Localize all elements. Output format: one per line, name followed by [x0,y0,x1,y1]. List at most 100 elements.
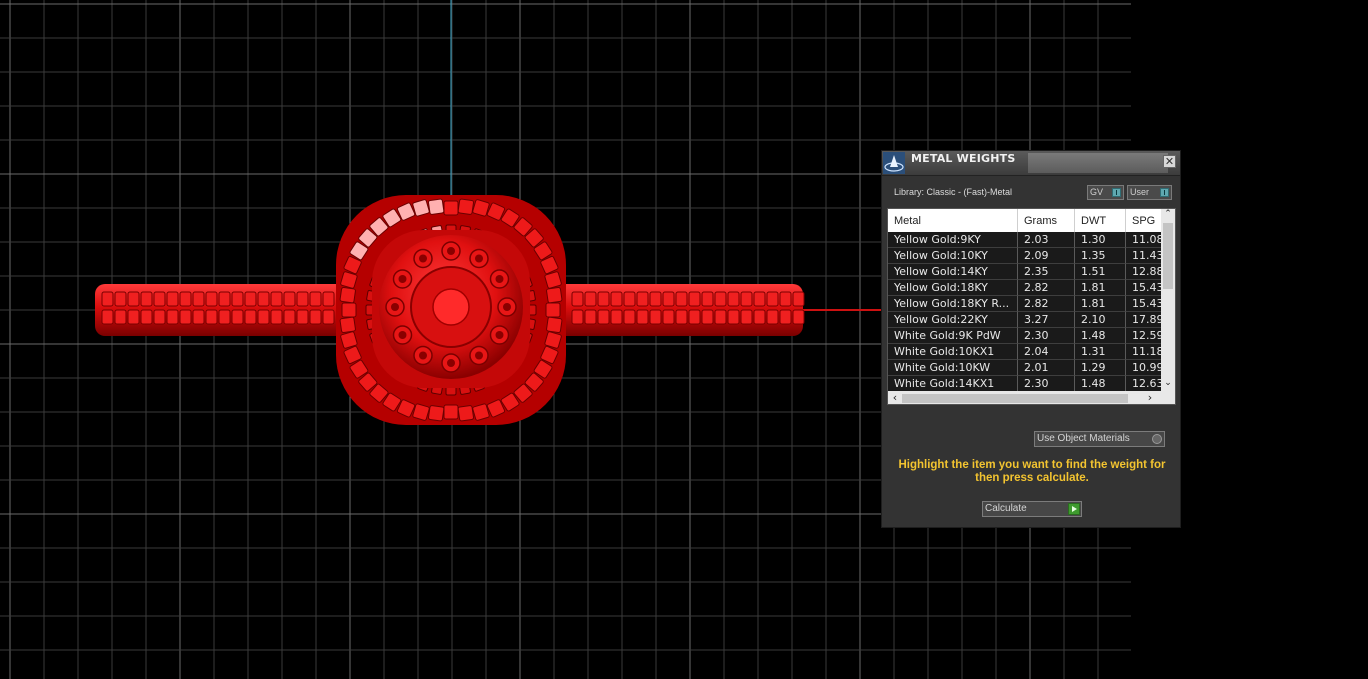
pave-stone [166,309,179,325]
pave-stone [192,309,205,325]
cell-dwt: 1.51 [1075,264,1126,280]
halo-stone [443,200,459,216]
cell-dwt: 1.48 [1075,328,1126,344]
halo-stone [427,405,445,422]
halo-stone [457,198,475,215]
cell-spg: 17.89 [1126,312,1161,328]
prong-hole [495,275,504,283]
pave-stone [675,309,688,325]
table-body: Yellow Gold:9KY 2.03 1.30 11.08 Yellow Gold:… [888,232,1161,404]
column-header-grams[interactable]: Grams [1018,209,1075,232]
pave-stone [597,291,610,307]
panel-titlebar[interactable]: METAL WEIGHTS ✕ [882,151,1180,176]
pave-stone [766,309,779,325]
pave-stone [244,291,257,307]
prong-hole [391,303,399,311]
cell-dwt: 1.35 [1075,248,1126,264]
pave-stone [296,291,309,307]
table-row[interactable]: Yellow Gold:10KY 2.09 1.35 11.43 [888,248,1161,264]
use-object-materials-toggle[interactable]: Use Object Materials [1034,431,1165,447]
halo-stone [339,316,356,334]
pave-stone [649,309,662,325]
pave-stone [101,291,114,307]
calculate-button[interactable]: Calculate [982,501,1082,517]
prong-hole [447,247,455,255]
gv-toggle[interactable]: GV [1087,185,1124,200]
prong-hole [398,275,407,283]
cell-grams: 2.01 [1018,360,1075,376]
prong-hole [419,254,427,263]
pave-stone [753,291,766,307]
scroll-right-icon[interactable]: › [1143,391,1157,404]
halo-stone [341,302,357,318]
table-row[interactable]: Yellow Gold:9KY 2.03 1.30 11.08 [888,232,1161,248]
prong-hole [447,359,455,367]
scroll-up-icon[interactable]: ⌃ [1161,209,1175,219]
pave-stone [309,291,322,307]
halo-stone [546,286,563,304]
cell-metal: White Gold:9K PdW [888,328,1018,344]
pave-stone [218,309,231,325]
metal-weights-table[interactable]: Metal Grams DWT SPG Yellow Gold:9KY 2.03 1… [887,208,1176,405]
cell-dwt: 1.30 [1075,232,1126,248]
user-toggle[interactable]: User [1127,185,1172,200]
table-row[interactable]: Yellow Gold:18KY R... 2.82 1.81 15.43 [888,296,1161,312]
use-object-materials-label: Use Object Materials [1037,433,1130,444]
pave-stone [270,291,283,307]
pave-stone [127,291,140,307]
ring-model[interactable] [95,195,805,425]
table-row[interactable]: White Gold:10KW 2.01 1.29 10.99 [888,360,1161,376]
cell-spg: 11.43 [1126,248,1161,264]
cell-dwt: 1.48 [1075,376,1126,392]
center-stone-culet [432,288,470,326]
table-row[interactable]: Yellow Gold:22KY 3.27 2.10 17.89 [888,312,1161,328]
pave-stone [779,309,792,325]
close-icon[interactable]: ✕ [1163,155,1176,168]
table-row[interactable]: Yellow Gold:14KY 2.35 1.51 12.88 [888,264,1161,280]
column-header-dwt[interactable]: DWT [1075,209,1126,232]
vertical-scrollbar[interactable]: ⌃ ⌄ [1161,209,1175,391]
pave-stone [205,309,218,325]
cell-metal: White Gold:10KW [888,360,1018,376]
calculate-label: Calculate [985,503,1027,514]
pave-stone [309,309,322,325]
pave-stone [701,291,714,307]
halo-stone [457,405,475,422]
halo-stone [427,198,445,215]
prong-hole [475,351,483,360]
pave-stone [127,309,140,325]
horizontal-scroll-thumb[interactable] [902,394,1128,403]
halo-stone [545,302,561,318]
pave-stone [322,291,335,307]
table-row[interactable]: White Gold:9K PdW 2.30 1.48 12.59 [888,328,1161,344]
horizontal-scrollbar[interactable]: ‹ › [888,391,1161,404]
vertical-scroll-thumb[interactable] [1163,223,1173,289]
cell-grams: 2.30 [1018,376,1075,392]
pave-stone [649,291,662,307]
column-header-spg[interactable]: SPG [1126,209,1161,232]
app-logo-icon [883,152,905,174]
scroll-down-icon[interactable]: ⌄ [1161,378,1175,388]
table-row[interactable]: White Gold:14KX1 2.30 1.48 12.63 [888,376,1161,392]
scrollbar-corner [1161,391,1175,404]
cell-metal: White Gold:14KX1 [888,376,1018,392]
user-toggle-label: User [1130,187,1150,197]
pave-stone [597,309,610,325]
pave-stone [270,309,283,325]
halo-stone [546,316,563,334]
prong-hole [503,303,511,311]
pave-stone [192,291,205,307]
pave-stone [610,309,623,325]
column-header-metal[interactable]: Metal [888,209,1018,232]
scroll-left-icon[interactable]: ‹ [888,391,902,404]
pave-stone [244,309,257,325]
table-row[interactable]: Yellow Gold:18KY 2.82 1.81 15.43 [888,280,1161,296]
pave-stone [283,309,296,325]
pave-stone [688,291,701,307]
cell-spg: 12.59 [1126,328,1161,344]
prong-hole [475,254,483,263]
pave-stone [114,291,127,307]
toggle-knob-icon [1112,188,1121,197]
cell-metal: Yellow Gold:18KY R... [888,296,1018,312]
table-row[interactable]: White Gold:10KX1 2.04 1.31 11.18 [888,344,1161,360]
